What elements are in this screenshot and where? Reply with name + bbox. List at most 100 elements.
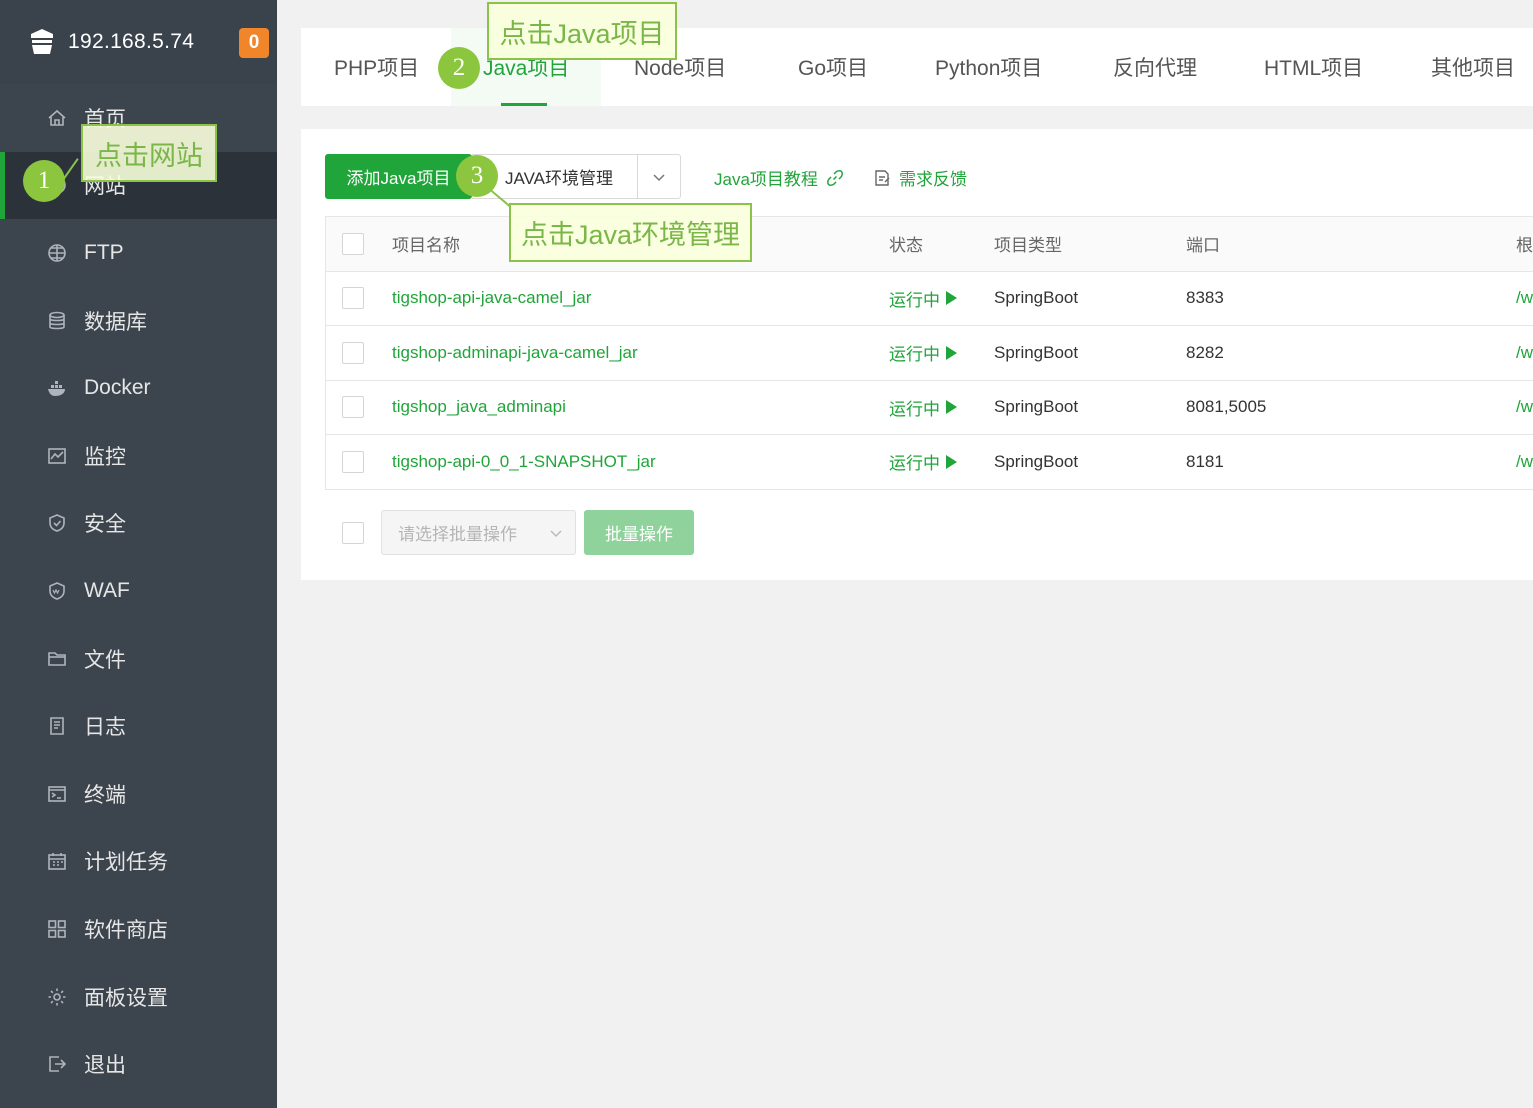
table-row: tigshop-api-java-camel_jar 运行中 SpringBoo… bbox=[326, 272, 1533, 326]
table-header: 项目名称 状态 项目类型 端口 根 bbox=[326, 217, 1533, 272]
sidebar-item-label: Docker bbox=[84, 376, 151, 400]
status-running[interactable]: 运行中 bbox=[889, 272, 957, 326]
tab-active-underline bbox=[501, 103, 547, 106]
server-ip[interactable]: 192.168.5.74 bbox=[68, 30, 194, 54]
edit-note-icon bbox=[873, 169, 891, 187]
project-type: SpringBoot bbox=[994, 288, 1079, 308]
select-all-checkbox-cell bbox=[342, 217, 364, 271]
sidebar-item-label: FTP bbox=[84, 240, 124, 264]
message-badge[interactable]: 0 bbox=[239, 28, 269, 58]
batch-operation-select[interactable]: 请选择批量操作 bbox=[381, 510, 576, 555]
status-running[interactable]: 运行中 bbox=[889, 381, 957, 435]
folder-icon bbox=[46, 648, 68, 670]
sidebar-item-logs[interactable]: 日志 bbox=[0, 692, 277, 760]
tab-php[interactable]: PHP项目 bbox=[334, 28, 419, 106]
status-running[interactable]: 运行中 bbox=[889, 435, 957, 489]
sidebar-item-database[interactable]: 数据库 bbox=[0, 287, 277, 355]
link-icon bbox=[826, 169, 844, 187]
logout-icon bbox=[46, 1053, 68, 1075]
annotation-step2-note: 点击Java项目 bbox=[487, 2, 677, 60]
header-status: 状态 bbox=[889, 236, 923, 256]
shield-icon bbox=[46, 512, 68, 534]
feedback-link[interactable]: 需求反馈 bbox=[873, 165, 967, 190]
chevron-down-icon[interactable] bbox=[637, 155, 680, 198]
project-type: SpringBoot bbox=[994, 342, 1079, 362]
java-tutorial-label: Java项目教程 bbox=[714, 170, 818, 189]
project-port: 8383 bbox=[1186, 288, 1224, 308]
root-path-link[interactable]: /w bbox=[1516, 381, 1533, 435]
root-path-link[interactable]: /w bbox=[1516, 435, 1533, 489]
root-path-link[interactable]: /w bbox=[1516, 272, 1533, 326]
project-port: 8081,5005 bbox=[1186, 397, 1267, 417]
project-name-link[interactable]: tigshop-api-java-camel_jar bbox=[392, 272, 591, 326]
sidebar-item-settings[interactable]: 面板设置 bbox=[0, 963, 277, 1031]
play-icon bbox=[946, 291, 957, 306]
database-icon bbox=[46, 310, 68, 332]
batch-operation-button[interactable]: 批量操作 bbox=[584, 510, 694, 555]
project-name-link[interactable]: tigshop-adminapi-java-camel_jar bbox=[392, 326, 638, 380]
sidebar-item-logout[interactable]: 退出 bbox=[0, 1030, 277, 1098]
sidebar-item-label: WAF bbox=[84, 578, 130, 602]
row-checkbox[interactable] bbox=[342, 287, 364, 310]
sidebar-item-label: 数据库 bbox=[84, 310, 147, 334]
sidebar-item-security[interactable]: 安全 bbox=[0, 490, 277, 558]
annotation-step1-circle: 1 bbox=[23, 160, 65, 202]
sidebar-item-files[interactable]: 文件 bbox=[0, 625, 277, 693]
java-env-manage-button[interactable]: JAVA环境管理 bbox=[472, 154, 681, 199]
log-icon bbox=[46, 715, 68, 737]
tab-python[interactable]: Python项目 bbox=[935, 28, 1042, 106]
header-name: 项目名称 bbox=[392, 236, 460, 256]
row-checkbox[interactable] bbox=[342, 396, 364, 419]
java-project-panel: 添加Java项目 JAVA环境管理 Java项目教程 需求反馈 项目名称 状态 … bbox=[301, 129, 1533, 580]
row-checkbox[interactable] bbox=[342, 341, 364, 364]
settings-icon bbox=[46, 986, 68, 1008]
java-tutorial-link[interactable]: Java项目教程 bbox=[714, 165, 844, 190]
sidebar-item-label: 退出 bbox=[84, 1054, 126, 1078]
batch-operations: 请选择批量操作 批量操作 bbox=[342, 510, 694, 555]
add-java-project-button[interactable]: 添加Java项目 bbox=[325, 154, 472, 199]
select-all-checkbox[interactable] bbox=[342, 232, 364, 255]
sidebar-item-cron[interactable]: 计划任务 bbox=[0, 828, 277, 896]
sidebar-item-ftp[interactable]: FTP bbox=[0, 219, 277, 287]
table-row: tigshop-api-0_0_1-SNAPSHOT_jar 运行中 Sprin… bbox=[326, 435, 1533, 490]
sidebar-item-docker[interactable]: Docker bbox=[0, 354, 277, 422]
annotation-step1-note: 点击网站 bbox=[81, 124, 217, 182]
chevron-down-icon bbox=[549, 526, 563, 540]
sidebar-item-waf[interactable]: WAF bbox=[0, 557, 277, 625]
tab-html[interactable]: HTML项目 bbox=[1264, 28, 1363, 106]
annotation-step3-circle: 3 bbox=[456, 155, 498, 197]
table-row: tigshop_java_adminapi 运行中 SpringBoot 808… bbox=[326, 381, 1533, 435]
status-running[interactable]: 运行中 bbox=[889, 326, 957, 380]
sidebar-item-monitor[interactable]: 监控 bbox=[0, 422, 277, 490]
sidebar-item-label: 安全 bbox=[84, 513, 126, 537]
waf-icon bbox=[46, 580, 68, 602]
batch-select-all-checkbox[interactable] bbox=[342, 521, 364, 544]
tab-reverse-proxy[interactable]: 反向代理 bbox=[1113, 28, 1197, 106]
sidebar-item-label: 监控 bbox=[84, 445, 126, 469]
panel-logo-icon bbox=[28, 28, 56, 56]
project-name-link[interactable]: tigshop-api-0_0_1-SNAPSHOT_jar bbox=[392, 435, 656, 489]
header-port: 端口 bbox=[1186, 236, 1220, 256]
sidebar-item-terminal[interactable]: 终端 bbox=[0, 760, 277, 828]
sidebar-item-label: 日志 bbox=[84, 716, 126, 740]
project-name-link[interactable]: tigshop_java_adminapi bbox=[392, 381, 566, 435]
batch-select-placeholder: 请选择批量操作 bbox=[398, 525, 517, 544]
table-row: tigshop-adminapi-java-camel_jar 运行中 Spri… bbox=[326, 326, 1533, 381]
project-type: SpringBoot bbox=[994, 451, 1079, 471]
sidebar-item-label: 文件 bbox=[84, 648, 126, 672]
home-icon bbox=[46, 107, 68, 129]
play-icon bbox=[946, 454, 957, 469]
terminal-icon bbox=[46, 783, 68, 805]
annotation-step2-circle: 2 bbox=[438, 47, 480, 89]
tab-other[interactable]: 其他项目 bbox=[1431, 28, 1515, 106]
monitor-icon bbox=[46, 445, 68, 467]
play-icon bbox=[946, 400, 957, 415]
project-port: 8181 bbox=[1186, 451, 1224, 471]
sidebar-item-appstore[interactable]: 软件商店 bbox=[0, 895, 277, 963]
row-checkbox[interactable] bbox=[342, 450, 364, 473]
annotation-step3-note: 点击Java环境管理 bbox=[509, 203, 752, 262]
root-path-link[interactable]: /w bbox=[1516, 326, 1533, 380]
tab-go[interactable]: Go项目 bbox=[798, 28, 868, 106]
sidebar-item-label: 终端 bbox=[84, 783, 126, 807]
java-project-table: 项目名称 状态 项目类型 端口 根 tigshop-api-java-camel… bbox=[325, 216, 1533, 490]
